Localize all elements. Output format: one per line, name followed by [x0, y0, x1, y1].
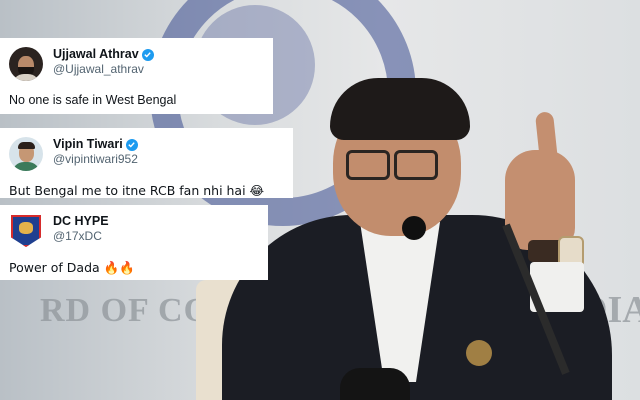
delhi-capitals-logo-icon[interactable]	[9, 214, 43, 248]
tweet-card[interactable]: Vipin Tiwari @vipintiwari952 But Bengal …	[0, 128, 293, 198]
handle[interactable]: @17xDC	[53, 229, 109, 244]
handle[interactable]: @Ujjawal_athrav	[53, 62, 154, 77]
raised-hand	[505, 150, 575, 250]
verified-badge-icon	[125, 138, 138, 151]
tweet-text: No one is safe in West Bengal	[9, 93, 177, 107]
tweet-header: DC HYPE @17xDC	[9, 214, 258, 248]
display-name[interactable]: Vipin Tiwari	[53, 137, 123, 152]
microphone-base	[340, 368, 410, 400]
handle[interactable]: @vipintiwari952	[53, 152, 138, 167]
display-name[interactable]: DC HYPE	[53, 214, 109, 229]
tweet-header: Vipin Tiwari @vipintiwari952	[9, 137, 283, 171]
glasses-left-lens	[346, 150, 390, 180]
tweet-card[interactable]: DC HYPE @17xDC Power of Dada 🔥🔥	[0, 205, 268, 280]
glasses-right-lens	[394, 150, 438, 180]
avatar[interactable]	[9, 137, 43, 171]
tweet-header: Ujjawal Athrav @Ujjawal_athrav	[9, 47, 263, 81]
avatar[interactable]	[9, 47, 43, 81]
microphone-head	[402, 216, 426, 240]
author-block: Vipin Tiwari @vipintiwari952	[53, 137, 138, 167]
author-block: DC HYPE @17xDC	[53, 214, 109, 244]
tweet-text: Power of Dada 🔥🔥	[9, 260, 135, 275]
tweet-card[interactable]: Ujjawal Athrav @Ujjawal_athrav No one is…	[0, 38, 273, 114]
display-name[interactable]: Ujjawal Athrav	[53, 47, 139, 62]
tweet-text: But Bengal me to itne RCB fan nhi hai 😂	[9, 183, 265, 198]
author-block: Ujjawal Athrav @Ujjawal_athrav	[53, 47, 154, 77]
blazer-crest	[466, 340, 492, 366]
hair	[330, 78, 470, 140]
verified-badge-icon	[141, 48, 154, 61]
